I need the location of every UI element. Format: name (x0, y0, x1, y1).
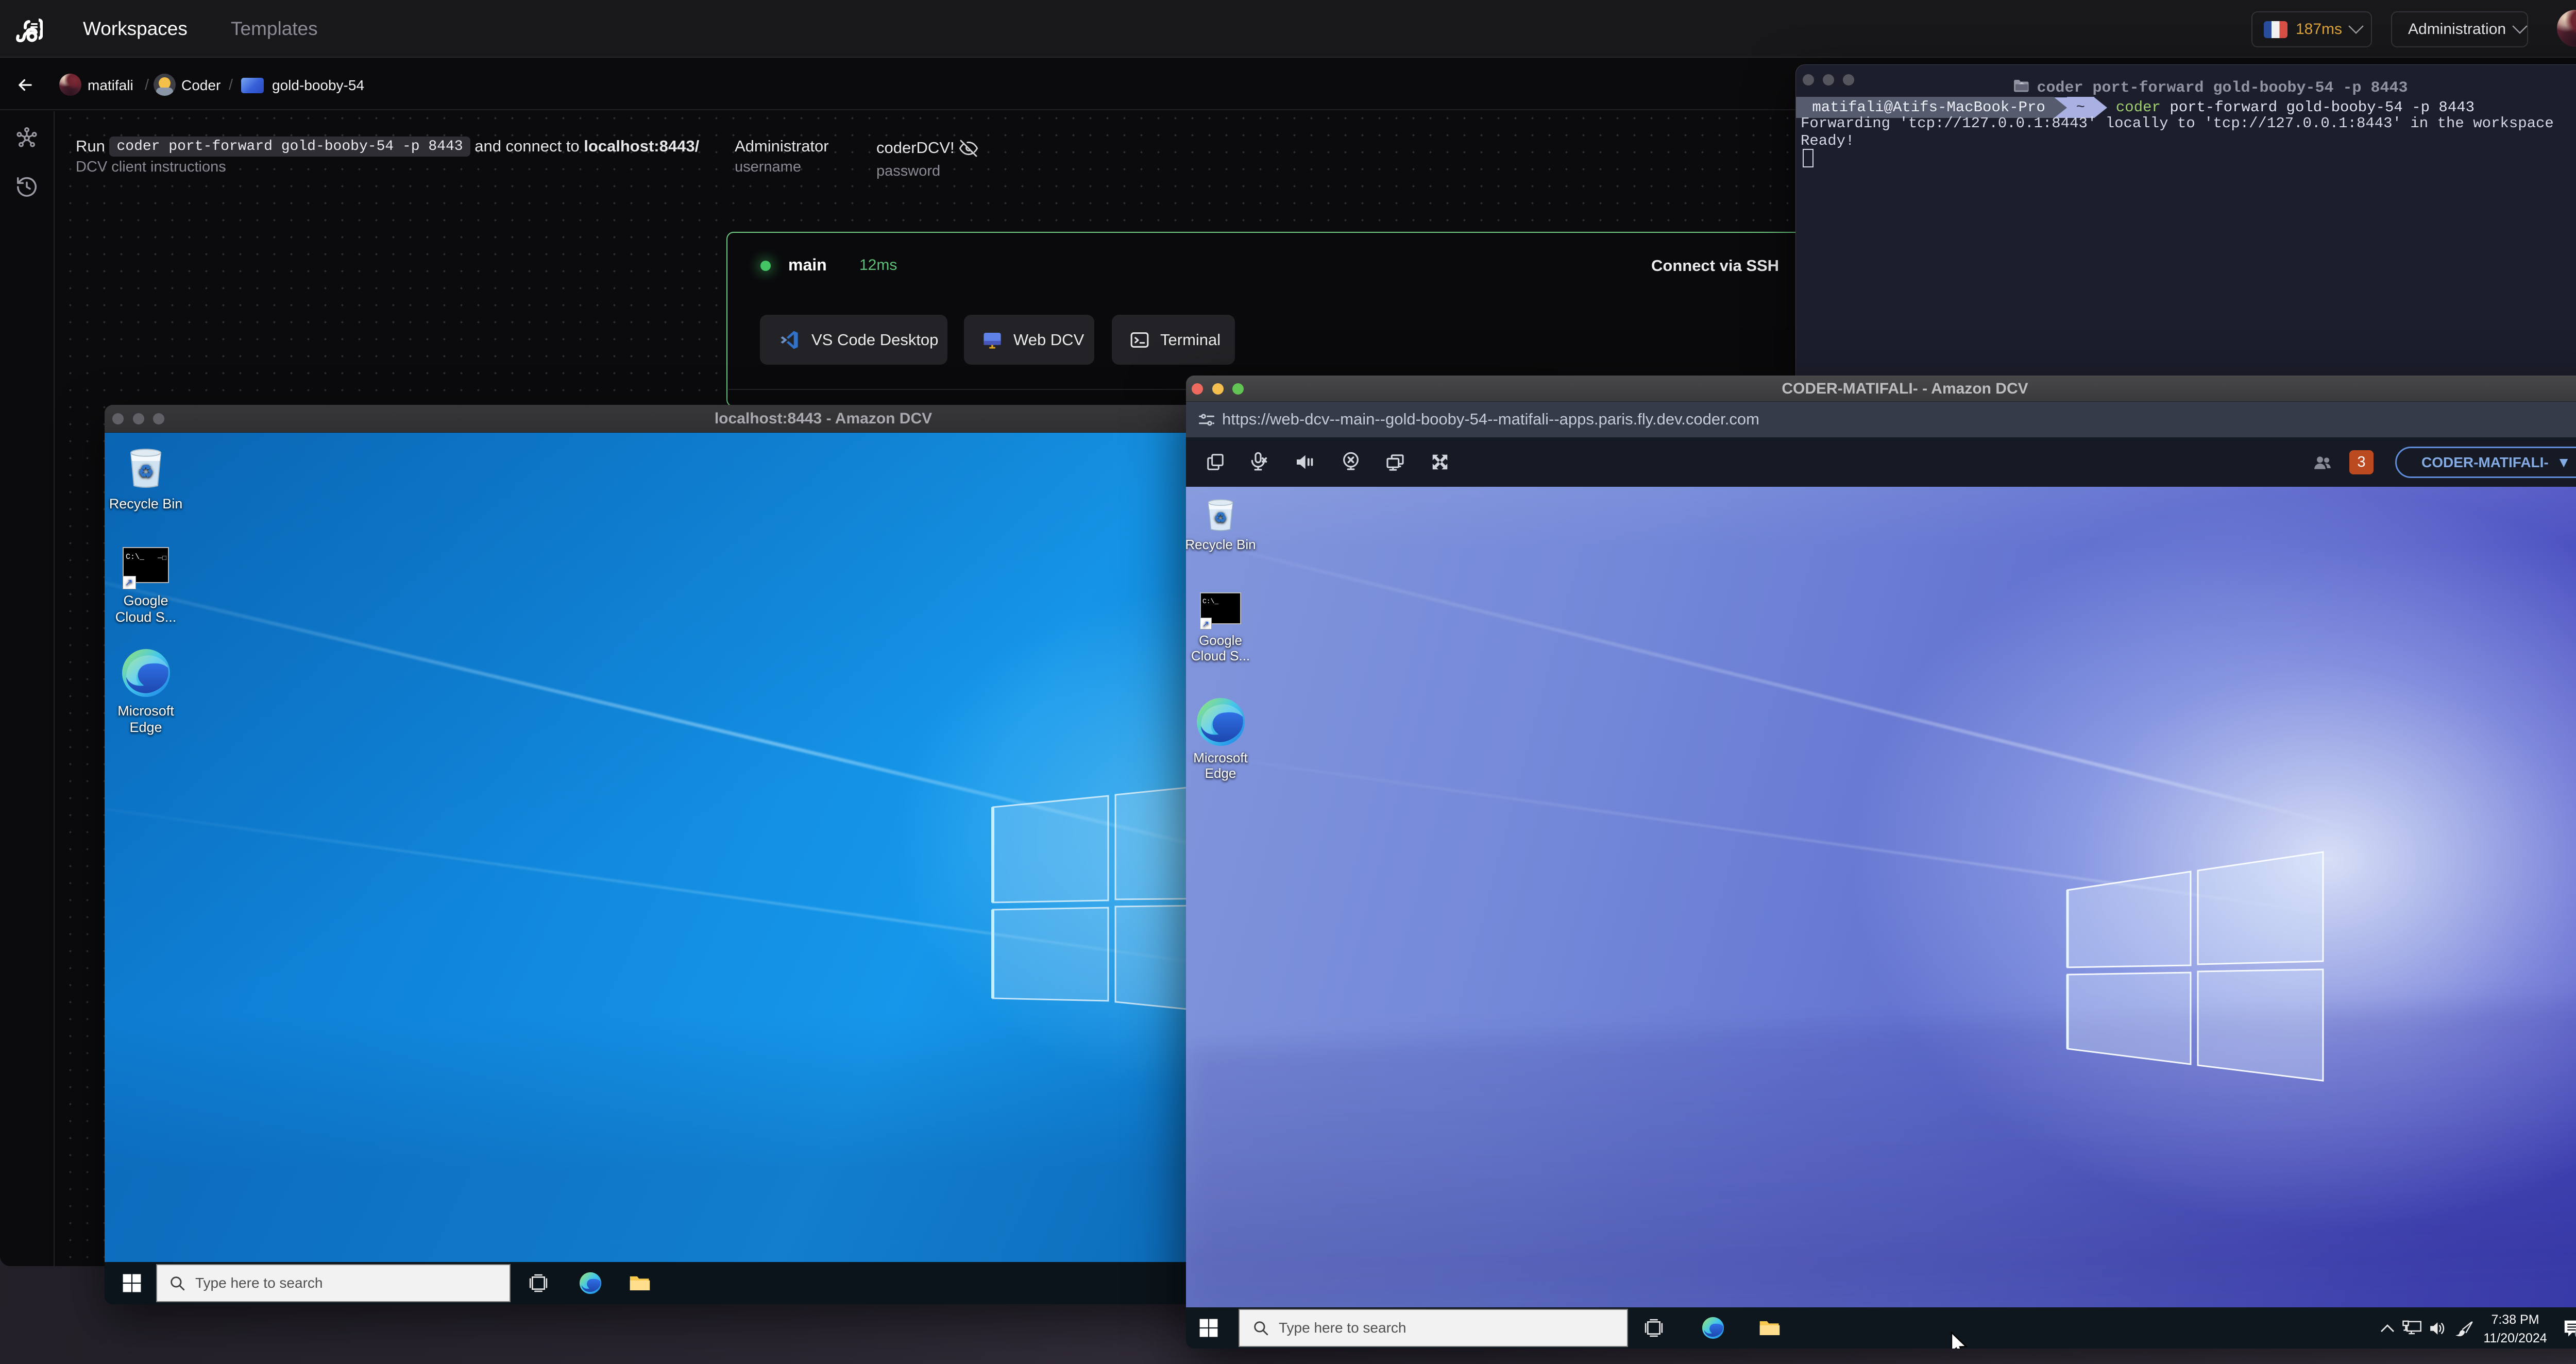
svg-text:♻: ♻ (1214, 510, 1227, 526)
svg-text:♻: ♻ (138, 462, 154, 482)
